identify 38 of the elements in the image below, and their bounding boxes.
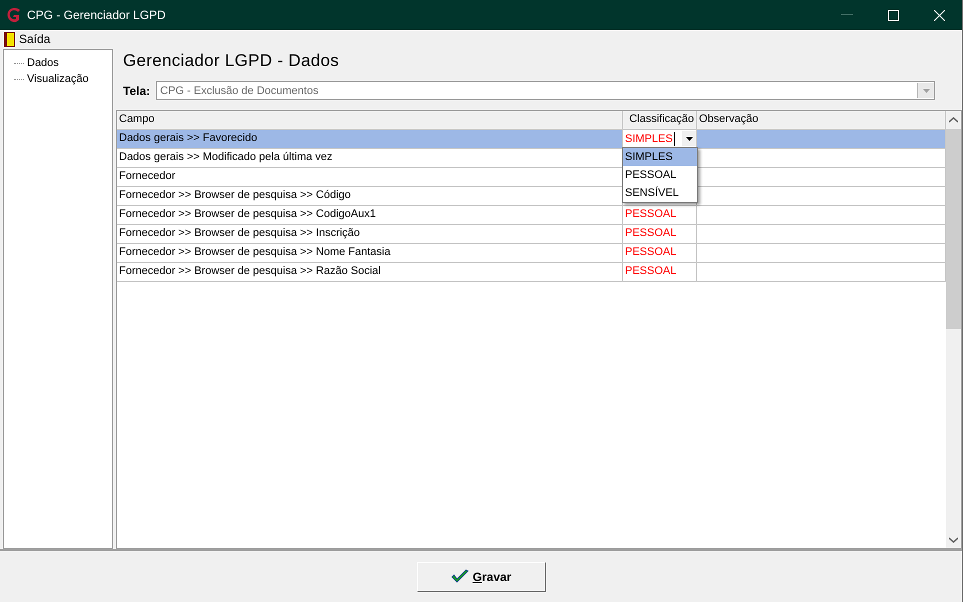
close-icon — [934, 10, 944, 20]
table-cell: PESSOAL — [623, 225, 697, 243]
column-header[interactable]: Campo — [117, 111, 623, 129]
table-row[interactable]: Dados gerais >> Favorecido SIMPLES — [117, 130, 946, 149]
window-title: CPG - Gerenciador LGPD — [27, 8, 167, 22]
table-cell: Fornecedor >> Browser de pesquisa >> Nome Fantasia — [117, 244, 623, 262]
table-cell: Fornecedor >> Browser de pesquisa >> CodigoAux1 — [117, 206, 623, 224]
table-row[interactable]: Fornecedor >> Browser de pesquisa >> CodigoAux1 PESSOAL — [117, 206, 946, 225]
table-cell: PESSOAL — [623, 206, 697, 224]
tree-item[interactable]: Visualização — [27, 73, 89, 85]
door-icon — [4, 32, 15, 46]
table-cell: PESSOAL — [623, 263, 697, 281]
scroll-up-icon — [949, 116, 958, 122]
table-row[interactable]: Fornecedor >> Browser de pesquisa >> Nome Fantasia PESSOAL — [117, 244, 946, 263]
table-cell: Fornecedor >> Browser de pesquisa >> Razão Social — [117, 263, 623, 281]
scrollbar-thumb[interactable] — [946, 129, 961, 329]
dropdown-option[interactable]: SIMPLES — [623, 148, 697, 166]
page-heading: Gerenciador LGPD - Dados — [123, 50, 340, 72]
table-row[interactable]: Fornecedor >> Browser de pesquisa >> Razão Social PESSOAL — [117, 263, 946, 282]
tree-item[interactable]: Dados — [27, 57, 59, 69]
minimize-icon — [841, 14, 853, 16]
column-header[interactable]: Classificação — [623, 111, 697, 129]
scroll-down-icon — [949, 536, 958, 542]
caret-icon — [686, 136, 692, 140]
table-cell: Fornecedor >> Browser de pesquisa >> Inscrição — [117, 225, 623, 243]
dropdown-option[interactable]: PESSOAL — [623, 166, 697, 184]
table-row[interactable]: Fornecedor >> Browser de pesquisa >> Inscrição PESSOAL — [117, 225, 946, 244]
classification-dropdown[interactable]: SIMPLES — [623, 130, 697, 147]
dropdown-option[interactable]: SENSÍVEL — [623, 184, 697, 202]
table-cell: PESSOAL — [623, 244, 697, 262]
caret-icon — [922, 88, 930, 92]
save-button[interactable]: Gravar — [416, 562, 546, 592]
screen-label: Tela: — [123, 84, 150, 98]
maximize-icon — [888, 10, 898, 20]
app-logo-icon — [6, 7, 22, 23]
vertical-scrollbar[interactable] — [946, 111, 961, 548]
checkmark-icon — [450, 569, 469, 584]
exit-menu-item[interactable]: Saída — [4, 32, 50, 46]
